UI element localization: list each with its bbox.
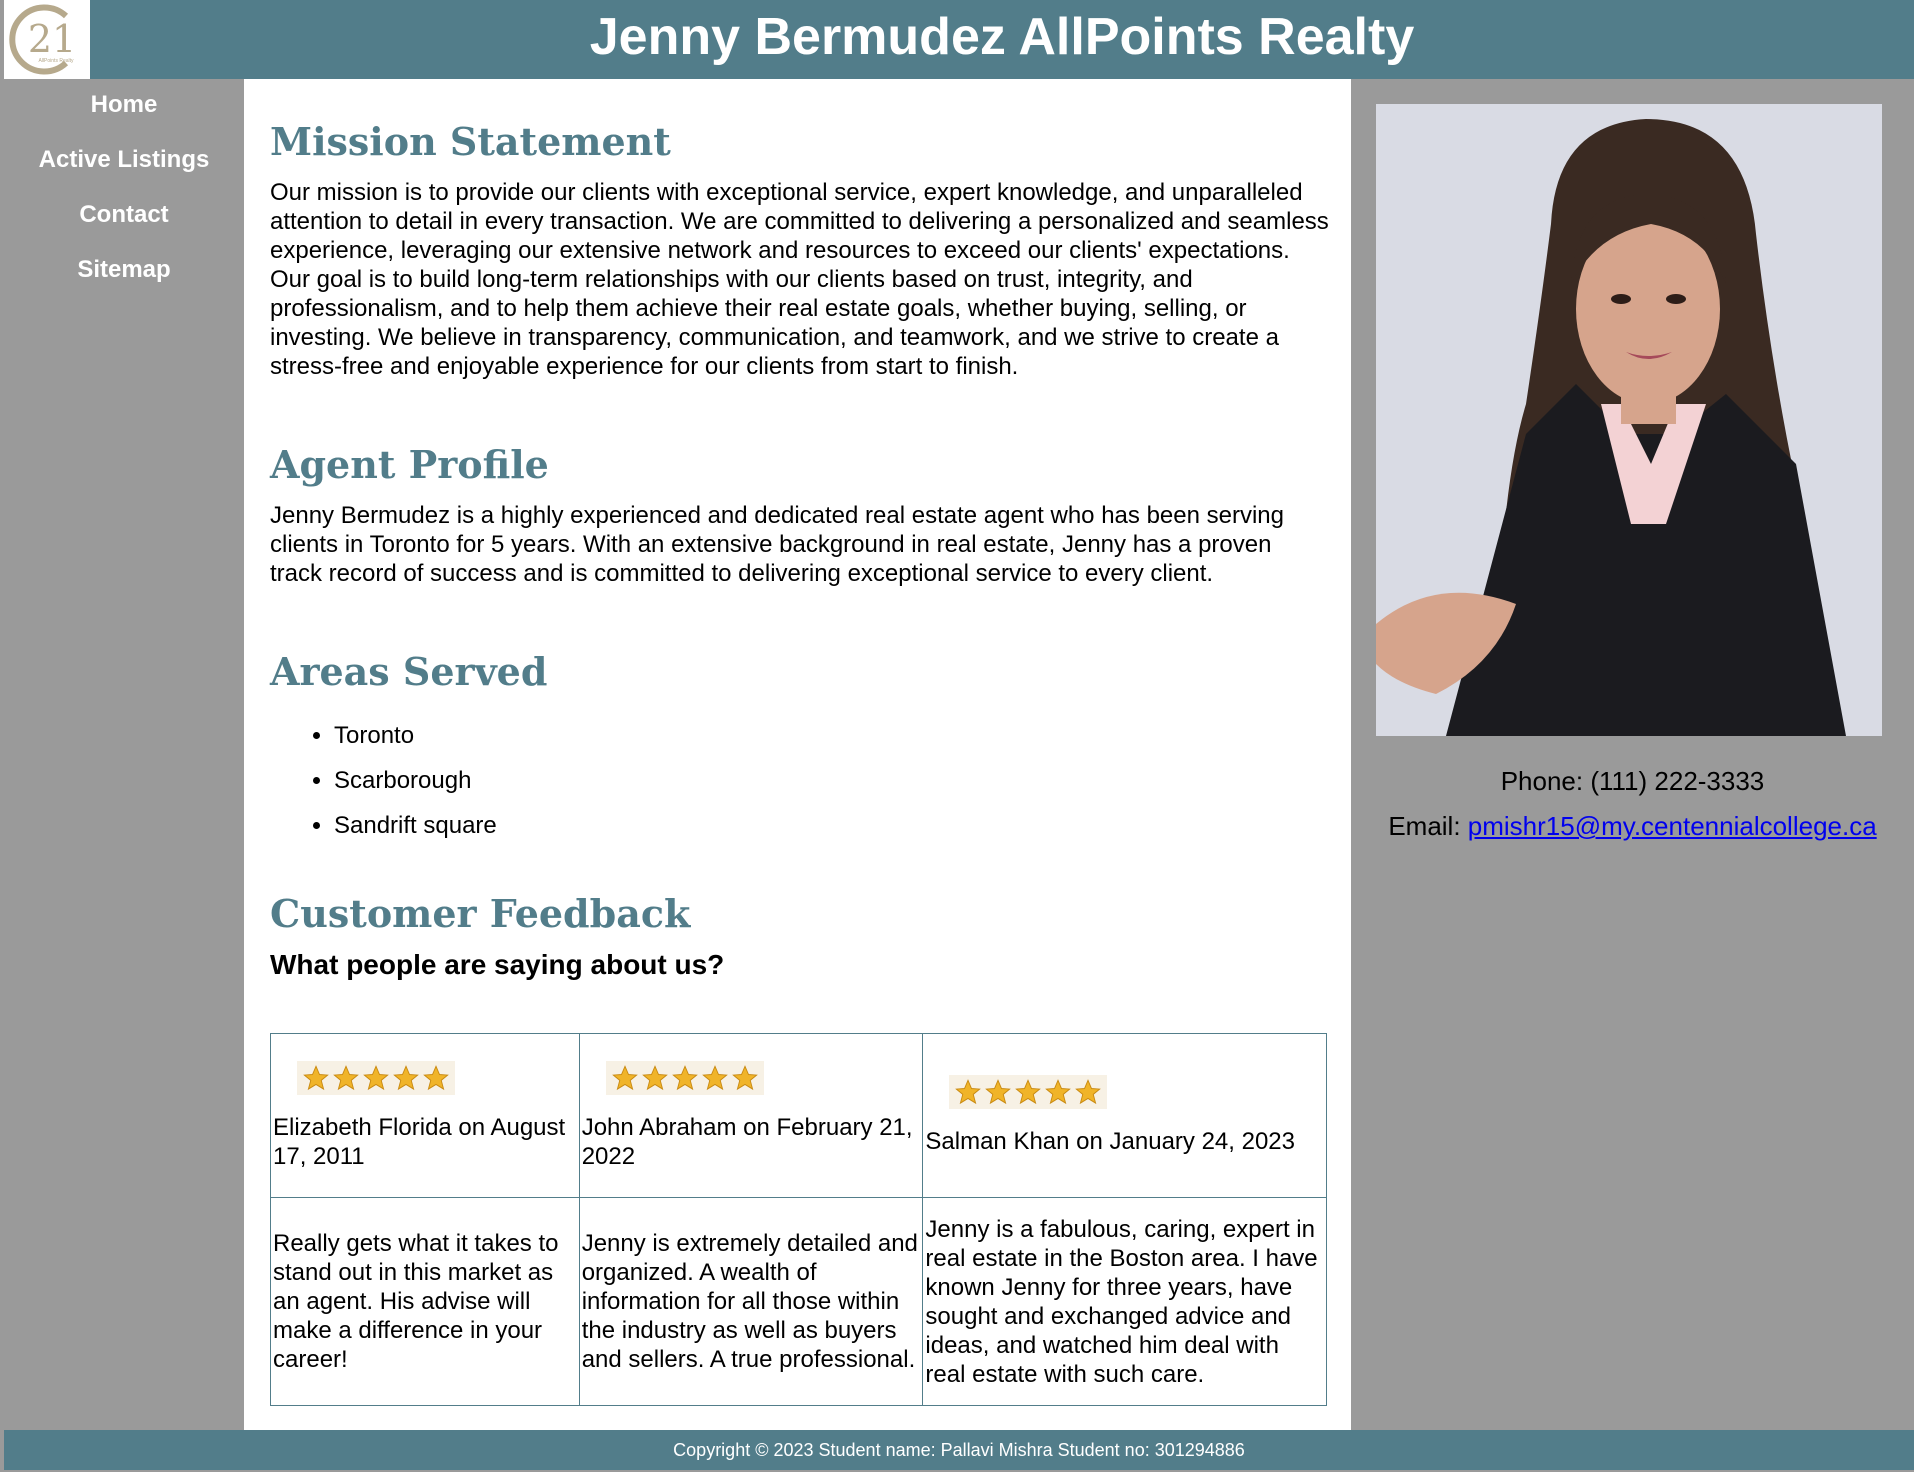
star-rating: [949, 1075, 1108, 1109]
agent-profile-text: Jenny Bermudez is a highly experienced a…: [270, 502, 1284, 587]
site-header: 21 AllPoints Realty Jenny Bermudez AllPo…: [4, 0, 1914, 79]
nav-item-home: Home: [4, 89, 244, 144]
star-icon: [1045, 1079, 1072, 1105]
nav-link-contact[interactable]: Contact: [79, 201, 168, 228]
star-icon: [393, 1064, 419, 1090]
customer-feedback-heading: Customer Feedback: [270, 891, 691, 936]
agent-photo: [1376, 104, 1882, 736]
reviews-text-row: Really gets what it takes to stand out i…: [270, 1197, 1327, 1406]
email-label: Email:: [1388, 811, 1468, 841]
nav-item-sitemap: Sitemap: [4, 254, 244, 309]
svg-text:AllPoints Realty: AllPoints Realty: [38, 58, 74, 64]
email-link[interactable]: pmishr15@my.centennialcollege.ca: [1468, 811, 1877, 841]
area-item: Toronto: [334, 718, 497, 763]
site-title: Jenny Bermudez AllPoints Realty: [589, 8, 1415, 66]
area-item: Sandrift square: [334, 808, 497, 853]
agent-contact-panel: Phone: (111) 222-3333 Email: pmishr15@my…: [1351, 79, 1914, 1430]
star-icon: [641, 1064, 668, 1090]
star-icon: [1075, 1079, 1102, 1105]
review-author-cell: Elizabeth Florida on August 17, 2011: [270, 1033, 580, 1198]
areas-served-list: Toronto Scarborough Sandrift square: [334, 718, 497, 853]
reviews-table: Elizabeth Florida on August 17, 2011 Joh…: [270, 1033, 1327, 1406]
feedback-subheading: What people are saying about us?: [270, 949, 725, 980]
review-author: Elizabeth Florida on August 17, 2011: [273, 1113, 566, 1170]
star-icon: [363, 1064, 389, 1090]
agent-phone: Phone: (111) 222-3333: [1500, 766, 1765, 796]
star-icon: [611, 1064, 638, 1090]
mission-text: Our mission is to provide our clients wi…: [270, 179, 1329, 380]
star-rating: [297, 1060, 455, 1095]
agent-email: Email: pmishr15@my.centennialcollege.ca: [1351, 811, 1914, 842]
mission-heading: Mission Statement: [270, 119, 671, 164]
agent-profile-heading: Agent Profile: [270, 442, 549, 487]
nav-item-active-listings: Active Listings: [4, 144, 244, 199]
century21-logo[interactable]: 21 AllPoints Realty: [4, 0, 90, 79]
nav-link-active-listings[interactable]: Active Listings: [39, 146, 210, 173]
star-icon: [1015, 1079, 1042, 1105]
site-footer: Copyright © 2023 Student name: Pallavi M…: [4, 1430, 1914, 1470]
review-text: Really gets what it takes to stand out i…: [270, 1197, 580, 1406]
svg-text:21: 21: [28, 17, 76, 61]
nav-link-sitemap[interactable]: Sitemap: [77, 256, 170, 283]
star-rating: [605, 1060, 764, 1095]
star-icon: [671, 1064, 698, 1090]
sidebar-nav: Home Active Listings Contact Sitemap: [4, 79, 244, 1430]
star-icon: [701, 1064, 728, 1090]
star-icon: [303, 1064, 329, 1090]
review-author-cell: John Abraham on February 21, 2022: [578, 1033, 924, 1198]
star-icon: [955, 1079, 982, 1105]
review-author-cell: Salman Khan on January 24, 2023: [922, 1033, 1327, 1198]
review-text: Jenny is a fabulous, caring, expert in r…: [922, 1197, 1327, 1406]
areas-served-heading: Areas Served: [270, 649, 548, 694]
star-icon: [333, 1064, 359, 1090]
area-item: Scarborough: [334, 763, 497, 808]
review-author: Salman Khan on January 24, 2023: [925, 1128, 1296, 1155]
review-text: Jenny is extremely detailed and organize…: [578, 1197, 924, 1406]
review-author: John Abraham on February 21, 2022: [581, 1113, 913, 1170]
star-icon: [423, 1064, 449, 1090]
nav-link-home[interactable]: Home: [91, 91, 158, 118]
star-icon: [985, 1079, 1012, 1105]
reviews-header-row: Elizabeth Florida on August 17, 2011 Joh…: [270, 1033, 1327, 1198]
nav-item-contact: Contact: [4, 199, 244, 254]
star-icon: [731, 1064, 758, 1090]
main-content: Mission Statement Our mission is to prov…: [244, 79, 1351, 1430]
